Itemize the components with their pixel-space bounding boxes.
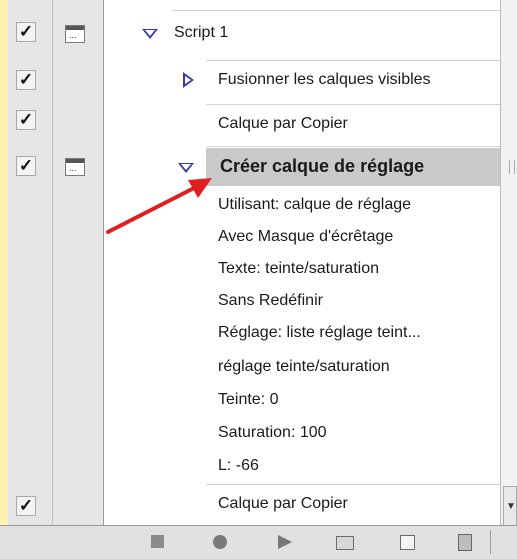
action-detail: Avec Masque d'écrêtage (218, 228, 394, 245)
dialog-toggle[interactable]: ... (65, 25, 85, 43)
actions-panel: ▼ ✓ ✓ ✓ ✓ ✓ ... ... Script 1 Fusionner l… (0, 0, 517, 559)
action-detail: Utilisant: calque de réglage (218, 196, 412, 213)
row-divider (206, 104, 500, 105)
checkmark-icon: ✓ (18, 156, 34, 175)
item-toggle-checkbox[interactable]: ✓ (16, 156, 36, 176)
scroll-grip[interactable] (509, 160, 515, 174)
dialog-dots: ... (69, 163, 77, 173)
row-divider (172, 10, 500, 11)
item-toggle-checkbox[interactable]: ✓ (16, 110, 36, 130)
action-set-label[interactable]: Script 1 (174, 24, 228, 42)
item-toggle-checkbox[interactable]: ✓ (16, 496, 36, 516)
checkmark-icon: ✓ (18, 22, 34, 41)
action-detail: réglage teinte/saturation (218, 358, 390, 375)
item-toggle-checkbox[interactable]: ✓ (16, 70, 36, 90)
stop-icon[interactable] (151, 535, 164, 548)
action-detail: Teinte: 0 (218, 391, 279, 408)
dialog-toggle[interactable]: ... (65, 158, 85, 176)
checkmark-icon: ✓ (18, 110, 34, 129)
action-item-label[interactable]: Calque par Copier (218, 495, 348, 513)
vertical-scrollbar[interactable] (500, 0, 517, 525)
action-detail: Texte: teinte/saturation (218, 260, 379, 277)
toolbar-separator (490, 530, 491, 554)
row-divider (206, 484, 500, 485)
chevron-down-icon: ▼ (506, 501, 516, 512)
checkmark-icon: ✓ (18, 496, 34, 515)
dialog-dots: ... (69, 30, 77, 40)
selected-action-label[interactable]: Créer calque de réglage (220, 156, 424, 177)
red-arrow-annotation (106, 178, 212, 234)
action-detail: Sans Redéfinir (218, 292, 323, 309)
action-item-label[interactable]: Fusionner les calques visibles (218, 71, 431, 89)
action-detail: Saturation: 100 (218, 424, 327, 441)
row-divider (206, 146, 500, 147)
bottom-toolbar (0, 525, 517, 559)
action-detail: Réglage: liste réglage teint... (218, 324, 421, 341)
new-action-icon[interactable] (400, 535, 415, 550)
toggle-dialog-column (53, 0, 104, 525)
row-divider (206, 60, 500, 61)
play-icon[interactable] (278, 535, 292, 549)
expand-triangle-icon[interactable] (183, 72, 194, 88)
collapse-triangle-icon[interactable] (142, 29, 158, 39)
left-edge-strip (0, 0, 8, 558)
record-icon[interactable] (213, 535, 227, 549)
new-set-icon[interactable] (336, 536, 354, 550)
scroll-down-button[interactable]: ▼ (503, 486, 517, 526)
trash-icon[interactable] (458, 534, 472, 551)
checkmark-icon: ✓ (18, 70, 34, 89)
item-toggle-checkbox[interactable]: ✓ (16, 22, 36, 42)
action-detail: L: -66 (218, 457, 259, 474)
action-item-label[interactable]: Calque par Copier (218, 115, 348, 133)
